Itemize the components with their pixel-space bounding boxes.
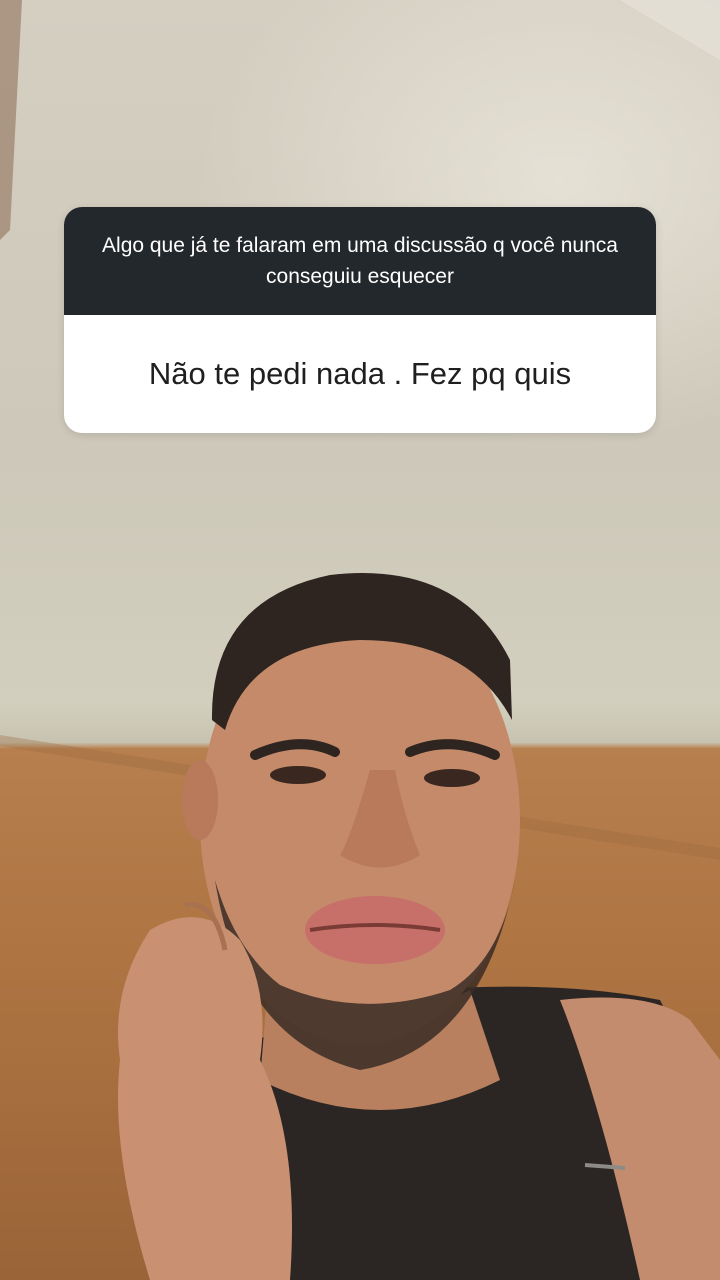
person-video-frame bbox=[118, 573, 720, 1280]
question-text: Algo que já te falaram em uma discussão … bbox=[64, 207, 656, 315]
answer-text: Não te pedi nada . Fez pq quis bbox=[64, 315, 656, 433]
question-sticker[interactable]: Algo que já te falaram em uma discussão … bbox=[64, 207, 656, 433]
